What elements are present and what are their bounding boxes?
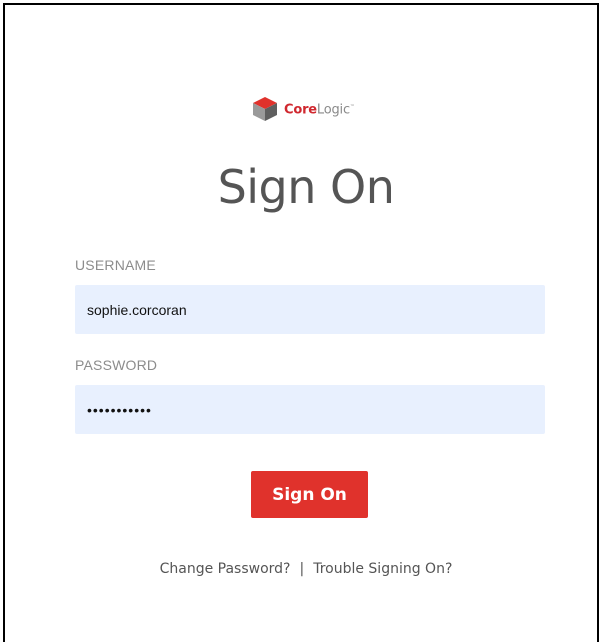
login-panel: CoreLogic™ Sign On USERNAME PASSWORD Sig… (3, 3, 599, 642)
change-password-link[interactable]: Change Password? (160, 561, 291, 577)
footer-separator: | (299, 561, 305, 577)
logo-word-core: Core (284, 102, 317, 118)
logo-word-logic: Logic (316, 102, 350, 118)
page-title: Sign On (217, 160, 395, 214)
logo-wordmark: CoreLogic™ (284, 92, 355, 125)
footer-links: Change Password? | Trouble Signing On? (5, 561, 602, 577)
username-label: USERNAME (75, 257, 156, 273)
logo-trademark: ™ (349, 104, 355, 110)
username-input[interactable] (75, 285, 545, 334)
corelogic-logo: CoreLogic™ (250, 92, 355, 125)
password-label: PASSWORD (75, 357, 158, 373)
corelogic-logo-mark-icon (253, 96, 277, 121)
sign-on-button[interactable]: Sign On (251, 471, 368, 518)
trouble-signing-on-link[interactable]: Trouble Signing On? (313, 561, 452, 577)
password-input[interactable] (75, 385, 545, 434)
